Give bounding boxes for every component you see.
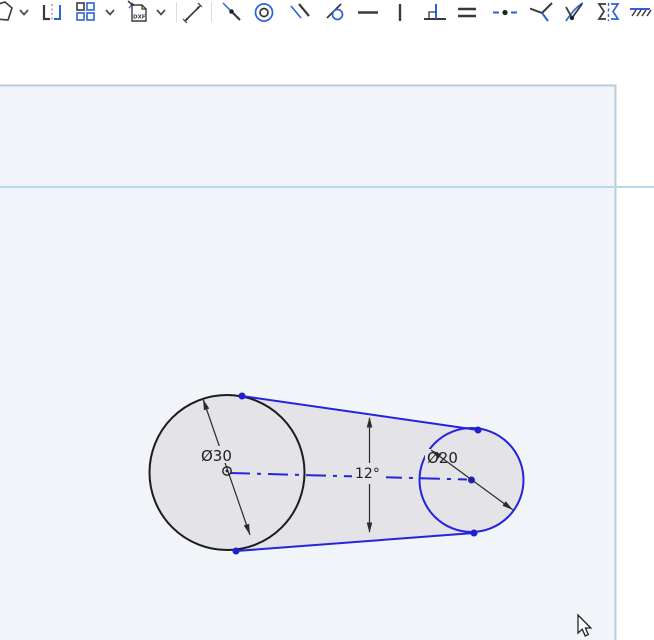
pierce-icon [565, 2, 584, 22]
coincident-icon [222, 2, 241, 21]
dimension-label-d30[interactable]: Ø30 [201, 447, 232, 465]
mirror-icon [42, 4, 61, 21]
clipped-sheet-icon [0, 1, 13, 21]
symmetric-icon [597, 3, 620, 21]
horizontal-icon [358, 11, 378, 14]
clipped-sheet-tool-button[interactable] [0, 0, 15, 25]
perpendicular-icon [424, 4, 446, 20]
vertical-button[interactable] [388, 0, 412, 25]
dimension-label-angle[interactable]: 12° [355, 466, 380, 482]
sketch-toolbar: DXF [0, 0, 654, 26]
normal-icon [530, 2, 553, 22]
chevron-down-icon [105, 9, 115, 16]
dropdown-button[interactable] [102, 0, 118, 25]
dimension-icon [182, 2, 203, 24]
normal-button[interactable] [530, 0, 554, 25]
sketch-point[interactable] [238, 392, 246, 400]
pierce-button[interactable] [561, 0, 585, 25]
chevron-down-icon [156, 9, 166, 16]
sketch-pattern-icon [76, 2, 95, 21]
mirror-button[interactable] [40, 0, 64, 25]
midpoint-icon [493, 9, 517, 16]
tangent-icon [326, 3, 344, 21]
equal-button[interactable] [455, 0, 479, 25]
dropdown-button[interactable] [16, 0, 32, 25]
midpoint-button[interactable] [493, 0, 517, 25]
toolbar-divider [211, 2, 212, 22]
parallel-button[interactable] [289, 0, 313, 25]
toolbar-divider [176, 2, 177, 22]
fix-icon [630, 8, 652, 17]
sketch-pattern-button[interactable] [74, 0, 98, 25]
insert-dxf-icon: DXF [127, 0, 147, 22]
dimension-button[interactable] [181, 0, 205, 25]
concentric-icon [254, 3, 274, 22]
app-window: Ø30 12° Ø20 [0, 0, 654, 640]
tangent-button[interactable] [324, 0, 348, 25]
concentric-button[interactable] [252, 0, 276, 25]
insert-dxf-button[interactable]: DXF [127, 0, 151, 25]
symmetric-button[interactable] [596, 0, 620, 25]
vertical-icon [398, 4, 402, 21]
perpendicular-button[interactable] [423, 0, 447, 25]
sketch-canvas[interactable]: Ø30 12° Ø20 [0, 0, 654, 640]
sketch-plane[interactable] [0, 84, 617, 640]
sketch-point[interactable] [470, 529, 478, 537]
chevron-down-icon [19, 9, 29, 16]
sketch-point[interactable] [232, 547, 240, 555]
horizontal-button[interactable] [356, 0, 380, 25]
sketch-point[interactable] [474, 426, 482, 434]
equal-icon [458, 7, 476, 18]
dropdown-button[interactable] [153, 0, 169, 25]
fix-button[interactable] [628, 0, 652, 25]
dxf-text: DXF [133, 15, 146, 21]
parallel-icon [290, 3, 310, 19]
coincident-button[interactable] [220, 0, 244, 25]
